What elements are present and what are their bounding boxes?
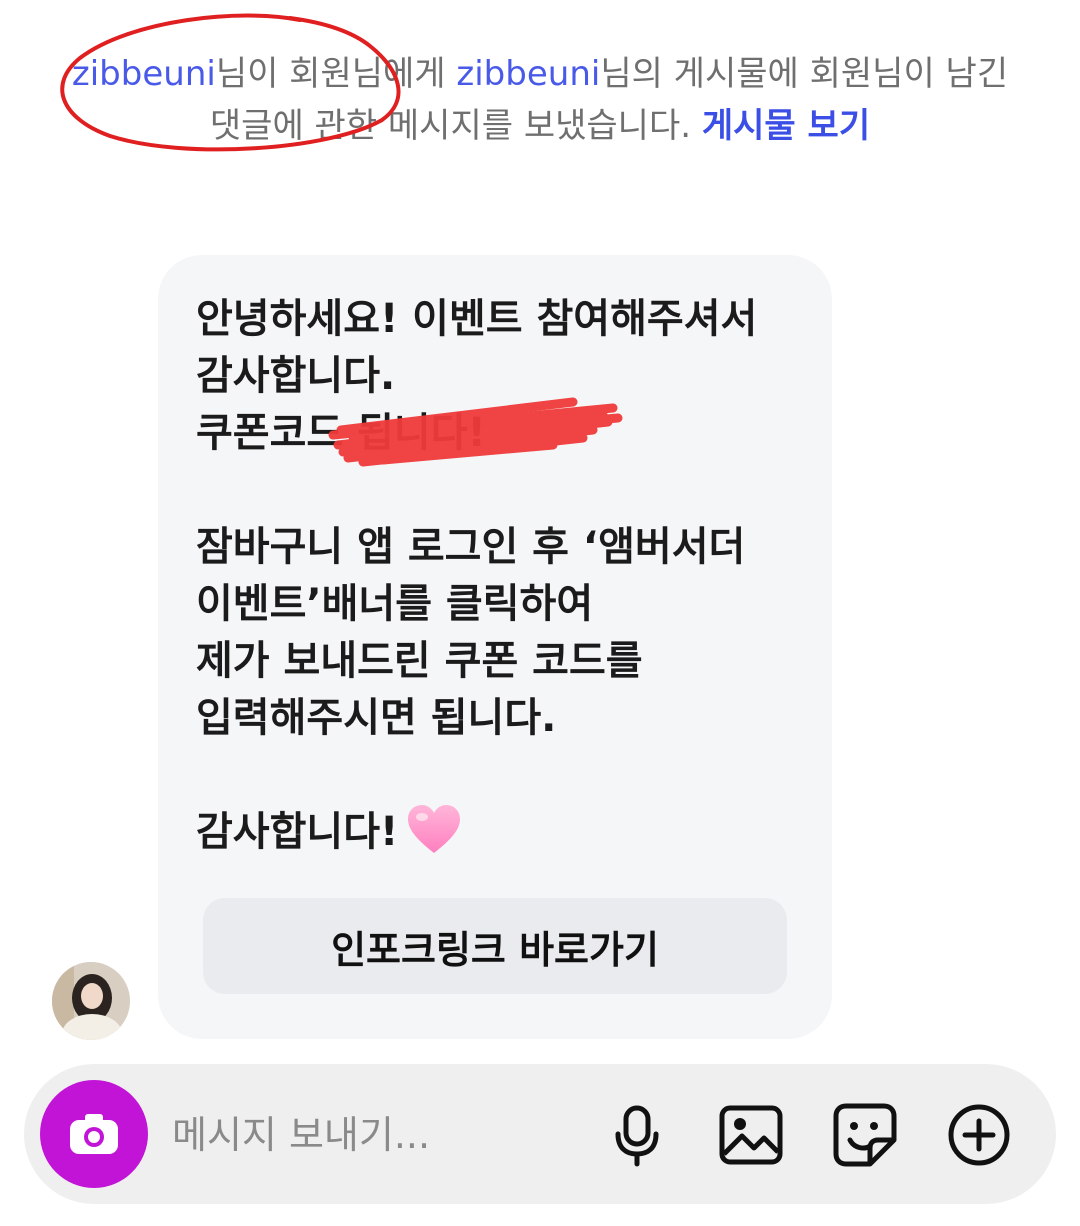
sticker-icon[interactable]: [832, 1102, 898, 1168]
notice-text: 님이 회원님에게: [215, 54, 457, 94]
gallery-icon[interactable]: [718, 1102, 784, 1168]
microphone-icon[interactable]: [604, 1102, 670, 1168]
profile-link-button[interactable]: 인포크링크 바로가기: [203, 898, 787, 994]
message-bubble: 안녕하세요! 이벤트 참여해주셔서 감사합니다. 쿠폰코드 됩니다! 잠바구니 …: [158, 255, 832, 1039]
message-composer: [24, 1064, 1056, 1204]
view-post-link[interactable]: 게시물 보기: [702, 106, 870, 146]
add-icon[interactable]: [946, 1102, 1012, 1168]
heart-emoji: [408, 805, 460, 853]
username-link[interactable]: zibbeuni: [72, 54, 216, 94]
message-text: 안녕하세요! 이벤트 참여해주셔서 감사합니다. 쿠폰코드 됩니다! 잠바구니 …: [196, 296, 758, 855]
username-link[interactable]: zibbeuni: [456, 54, 600, 94]
sender-avatar[interactable]: [52, 962, 130, 1040]
camera-icon: [70, 1114, 118, 1154]
camera-button[interactable]: [40, 1080, 148, 1188]
system-notice: zibbeuni님이 회원님에게 zibbeuni님의 게시물에 회원님이 남긴…: [60, 48, 1020, 152]
message-input[interactable]: [170, 1094, 594, 1176]
